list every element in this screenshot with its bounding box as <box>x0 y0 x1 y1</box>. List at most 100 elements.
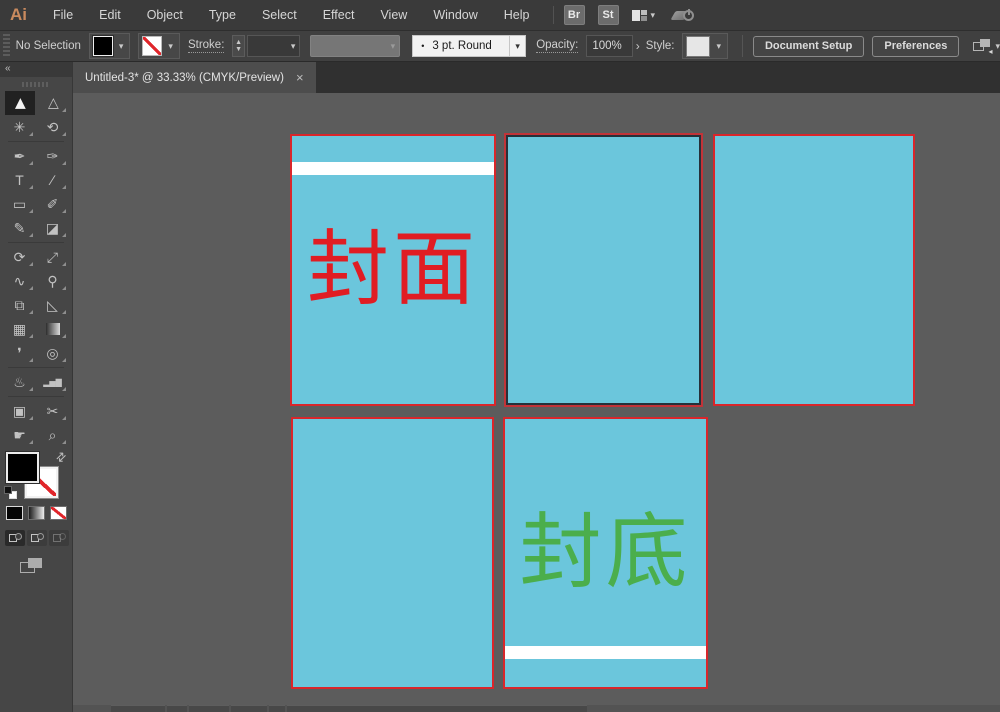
draw-normal-button[interactable] <box>5 530 25 546</box>
opacity-expand-icon[interactable]: › <box>634 39 646 53</box>
eyedropper-tool[interactable]: ❜ <box>5 341 35 365</box>
menu-edit[interactable]: Edit <box>86 0 134 30</box>
variable-width-dropdown[interactable]: ▾ <box>310 35 400 57</box>
document-tab-bar: Untitled-3* @ 33.33% (CMYK/Preview) × <box>73 62 1000 93</box>
menu-help[interactable]: Help <box>491 0 543 30</box>
magic-wand-tool[interactable]: ✳ <box>5 115 35 139</box>
eraser-tool[interactable]: ◪ <box>38 216 68 240</box>
artboard-2-selected[interactable] <box>506 135 701 405</box>
stroke-weight-dropdown[interactable]: ▾ <box>247 35 301 57</box>
draw-behind-button[interactable] <box>27 530 47 546</box>
control-bar: No Selection ▾ ▾ Stroke: ▲▼ ▾ ▾ • 3 pt. … <box>0 30 1000 62</box>
fill-color-control[interactable]: ▾ <box>89 33 131 59</box>
tools-panel-collapse[interactable]: « <box>0 62 72 77</box>
line-segment-tool[interactable]: ∕ <box>38 168 68 192</box>
menu-select[interactable]: Select <box>249 0 310 30</box>
artboard-tool[interactable]: ▣ <box>5 399 35 423</box>
type-tool[interactable]: T <box>5 168 35 192</box>
canvas-area[interactable]: 封面 封底 <box>73 93 1000 705</box>
workspace-chevron-icon[interactable]: ▾ <box>651 10 656 21</box>
opacity-input[interactable]: 100% <box>586 35 632 57</box>
zoom-icon: ⌕ <box>49 427 57 444</box>
rectangle-tool[interactable]: ▭ <box>5 192 35 216</box>
slice-tool[interactable]: ✂ <box>38 399 68 423</box>
opacity-label[interactable]: Opacity: <box>536 39 578 53</box>
style-label: Style: <box>646 40 675 52</box>
pen-tool[interactable]: ✒ <box>5 144 35 168</box>
symbol-sprayer-tool[interactable]: ♨ <box>5 370 35 394</box>
puppet-warp-tool[interactable]: ⚲ <box>38 269 68 293</box>
workspace-switcher-icon[interactable] <box>632 10 647 21</box>
column-graph-tool[interactable]: ▂▅▇ <box>38 370 68 394</box>
fill-chevron-icon[interactable]: ▾ <box>113 41 127 52</box>
document-tab[interactable]: Untitled-3* @ 33.33% (CMYK/Preview) × <box>73 62 316 93</box>
scale-tool[interactable]: ⤢ <box>38 245 68 269</box>
gradient-mode-button[interactable] <box>28 506 45 520</box>
pen-icon: ✒ <box>14 148 26 165</box>
style-swatch[interactable] <box>686 36 710 57</box>
tab-close-icon[interactable]: × <box>296 71 304 84</box>
menu-file[interactable]: File <box>40 0 86 30</box>
menu-object[interactable]: Object <box>134 0 196 30</box>
brush-chevron-icon[interactable]: ▾ <box>509 36 525 56</box>
stroke-none-swatch[interactable] <box>142 36 162 56</box>
arrange-chevron-icon[interactable]: ▾ <box>995 41 1000 52</box>
fill-color-indicator[interactable] <box>6 452 39 483</box>
fill-swatch[interactable] <box>93 36 113 56</box>
rotate-tool[interactable]: ⟳ <box>5 245 35 269</box>
stroke-weight-label[interactable]: Stroke: <box>188 39 224 53</box>
cover-label[interactable]: 封面 <box>292 136 494 404</box>
paintbrush-tool[interactable]: ✐ <box>38 192 68 216</box>
draw-inside-button[interactable] <box>49 530 69 546</box>
tools-panel-grip[interactable] <box>22 82 50 87</box>
perspective-grid-icon: ◺ <box>47 297 58 314</box>
preferences-button[interactable]: Preferences <box>872 36 959 57</box>
bridge-button[interactable]: Br <box>564 5 585 25</box>
brush-definition-dropdown[interactable]: • 3 pt. Round ▾ <box>412 35 526 57</box>
color-mode-button[interactable] <box>6 506 23 520</box>
menu-effect[interactable]: Effect <box>310 0 368 30</box>
change-screen-mode-icon[interactable] <box>20 558 44 575</box>
menu-view[interactable]: View <box>367 0 420 30</box>
hand-tool[interactable]: ☛ <box>5 423 35 447</box>
none-mode-button[interactable] <box>50 506 67 520</box>
arrange-documents-icon[interactable]: ◂ <box>973 39 992 54</box>
gradient-tool[interactable] <box>38 317 68 341</box>
tool-separator <box>8 367 64 368</box>
mesh-tool[interactable]: ▦ <box>5 317 35 341</box>
artboard-3[interactable] <box>713 134 915 406</box>
blend-tool[interactable]: ◎ <box>38 341 68 365</box>
menu-type[interactable]: Type <box>196 0 249 30</box>
pencil-tool[interactable]: ✎ <box>5 216 35 240</box>
artboard-cover[interactable]: 封面 <box>290 134 496 406</box>
stock-button[interactable]: St <box>598 5 619 25</box>
perspective-grid-tool[interactable]: ◺ <box>38 293 68 317</box>
sync-settings-icon[interactable] <box>673 10 694 21</box>
stroke-weight-chevron-icon[interactable]: ▾ <box>287 41 300 52</box>
lasso-tool[interactable]: ⟲ <box>38 115 68 139</box>
artboard-back-cover[interactable]: 封底 <box>503 417 708 689</box>
status-bar[interactable] <box>73 705 1000 712</box>
back-cover-white-stripe[interactable] <box>505 646 706 659</box>
swap-fill-stroke-icon[interactable]: ⇄ <box>52 448 69 465</box>
curvature-icon: ✑ <box>47 148 59 165</box>
menu-window[interactable]: Window <box>420 0 490 30</box>
style-control[interactable]: ▾ <box>682 33 728 59</box>
selection-tool[interactable]: ▶ <box>5 91 35 115</box>
control-bar-grip[interactable] <box>3 34 10 58</box>
style-chevron-icon[interactable]: ▾ <box>710 41 724 52</box>
artboard-4[interactable] <box>291 417 494 689</box>
curvature-tool[interactable]: ✑ <box>38 144 68 168</box>
direct-selection-tool[interactable]: ▷ <box>38 91 68 115</box>
width-tool[interactable]: ∿ <box>5 269 35 293</box>
stroke-chevron-icon[interactable]: ▾ <box>162 41 176 52</box>
zoom-tool[interactable]: ⌕ <box>38 423 68 447</box>
line-segment-icon: ∕ <box>51 172 53 188</box>
brush-name: 3 pt. Round <box>432 40 491 52</box>
document-setup-button[interactable]: Document Setup <box>753 36 864 57</box>
default-fill-stroke-icon[interactable] <box>4 486 17 499</box>
stroke-weight-stepper[interactable]: ▲▼ <box>232 35 245 57</box>
rectangle-icon: ▭ <box>13 196 26 213</box>
stroke-color-control[interactable]: ▾ <box>138 33 180 59</box>
shape-builder-tool[interactable]: ⧉ <box>5 293 35 317</box>
